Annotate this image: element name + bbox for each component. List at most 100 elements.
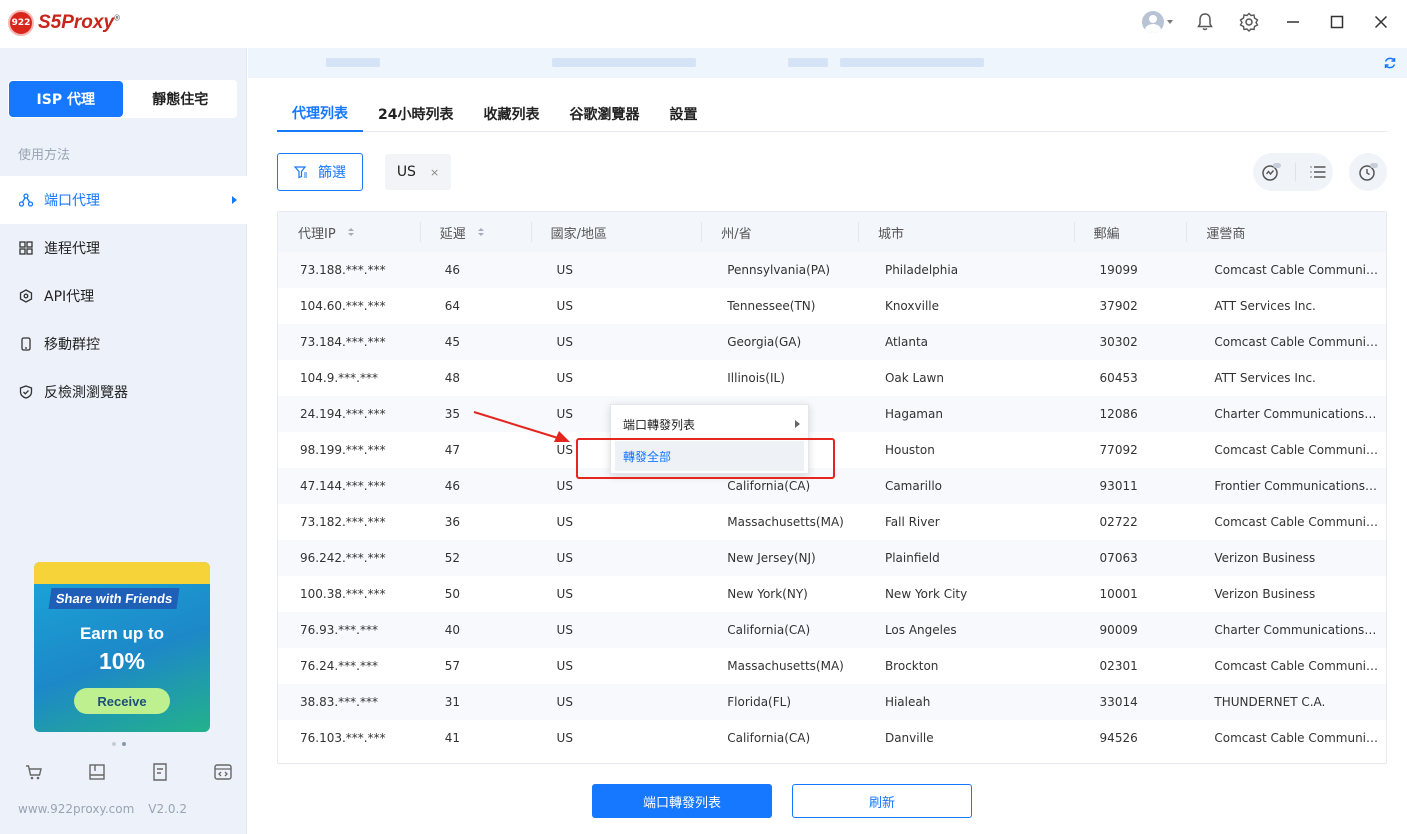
cell-city: Camarillo xyxy=(884,479,943,493)
version-label: V2.0.2 xyxy=(148,802,188,816)
tab-settings[interactable]: 設置 xyxy=(654,96,712,132)
table-row[interactable]: 73.188.***.*** 46 US Pennsylvania(PA) Philad… xyxy=(278,252,1386,288)
sidebar-item-process-proxy[interactable]: 進程代理 xyxy=(0,224,247,272)
tab-proxy-list[interactable]: 代理列表 xyxy=(277,96,363,132)
cell-city: Oak Lawn xyxy=(884,371,944,385)
website-link[interactable]: www.922proxy.com xyxy=(18,802,134,816)
sidebar-item-port-proxy[interactable]: 端口代理 xyxy=(0,176,247,224)
cell-ip: 104.60.***.*** xyxy=(300,299,386,313)
column-header-zip: 郵編 xyxy=(1073,212,1187,252)
table-row[interactable]: 76.24.***.*** 57 US Massachusetts(MA) Brockt… xyxy=(278,648,1386,684)
sidebar-tools xyxy=(24,762,233,782)
sidebar-item-api-proxy[interactable]: API代理 xyxy=(0,272,247,320)
user-menu[interactable] xyxy=(1142,11,1173,33)
cell-ip: 76.24.***.*** xyxy=(300,659,378,673)
table-row[interactable]: 76.103.***.*** 41 US California(CA) Danville… xyxy=(278,720,1386,756)
chevron-right-icon xyxy=(232,196,237,204)
cell-country: US xyxy=(556,515,573,529)
table-row[interactable]: 24.194.***.*** 35 US Hagaman 12086 Charter Co… xyxy=(278,396,1386,432)
cell-city: Hialeah xyxy=(884,695,931,709)
maximize-icon[interactable] xyxy=(1325,10,1349,34)
side-nav: 端口代理 進程代理 API代理 移動群控 反檢測瀏覽器 xyxy=(0,176,247,416)
promo-receive-button[interactable]: Receive xyxy=(74,688,170,714)
cell-city: Philadelphia xyxy=(884,263,959,277)
document-icon[interactable] xyxy=(150,762,170,782)
table-row[interactable]: 98.199.***.*** 47 US Houston 77092 Comcast Ca… xyxy=(278,432,1386,468)
gear-icon[interactable] xyxy=(1237,10,1261,34)
cell-country: US xyxy=(556,551,573,565)
cell-latency: 46 xyxy=(444,479,461,493)
sort-icon[interactable] xyxy=(347,228,354,236)
filter-button[interactable]: 篩選 xyxy=(277,153,363,191)
cell-country: US xyxy=(556,695,573,709)
close-icon[interactable]: × xyxy=(430,166,439,179)
refresh-icon[interactable] xyxy=(1383,56,1397,70)
table-row[interactable]: 100.38.***.*** 50 US New York(NY) New York C… xyxy=(278,576,1386,612)
minimize-icon[interactable] xyxy=(1281,10,1305,34)
timer-button[interactable] xyxy=(1349,153,1387,191)
cell-isp: ATT Services Inc. xyxy=(1214,299,1316,313)
sidebar-item-label: 反檢測瀏覽器 xyxy=(44,385,128,401)
port-forward-list-button[interactable]: 端口轉發列表 xyxy=(592,784,772,818)
cell-state: Florida(FL) xyxy=(727,695,792,709)
cell-city: Knoxville xyxy=(884,299,939,313)
table-row[interactable]: 104.9.***.*** 48 US Illinois(IL) Oak Lawn 604… xyxy=(278,360,1386,396)
auto-mode-icon[interactable] xyxy=(1260,161,1282,183)
cell-isp: Frontier Communications Corporation xyxy=(1214,479,1380,493)
timer-icon xyxy=(1359,163,1378,181)
cell-latency: 50 xyxy=(444,587,461,601)
bell-icon[interactable] xyxy=(1193,10,1217,34)
cell-state: California(CA) xyxy=(727,731,811,745)
context-item-forward-list[interactable]: 端口轉發列表 xyxy=(611,409,808,439)
sidebar-item-mobile-control[interactable]: 移動群控 xyxy=(0,320,247,368)
table-row[interactable]: 73.182.***.*** 36 US Massachusetts(MA) Fall … xyxy=(278,504,1386,540)
view-tools xyxy=(1253,153,1333,191)
cell-isp: Comcast Cable Communications xyxy=(1214,659,1380,673)
carousel-dots[interactable] xyxy=(112,742,126,746)
column-header-latency[interactable]: 延遲 xyxy=(419,212,531,252)
cell-state: California(CA) xyxy=(727,623,811,637)
table-row[interactable]: 76.93.***.*** 40 US California(CA) Los Angel… xyxy=(278,612,1386,648)
static-residential-button[interactable]: 靜態住宅 xyxy=(124,80,238,118)
sidebar-item-antidetect-browser[interactable]: 反檢測瀏覽器 xyxy=(0,368,247,416)
cell-zip: 37902 xyxy=(1099,299,1138,313)
cell-state: Massachusetts(MA) xyxy=(727,659,844,673)
table-row[interactable]: 73.184.***.*** 45 US Georgia(GA) Atlanta 3030… xyxy=(278,324,1386,360)
main-panel: 代理列表 24小時列表 收藏列表 谷歌瀏覽器 設置 篩選 US × 代理IP 延… xyxy=(248,48,1407,834)
refresh-button[interactable]: 刷新 xyxy=(792,784,972,818)
table-row[interactable]: 47.144.***.*** 46 US California(CA) Camarill… xyxy=(278,468,1386,504)
cell-country: US xyxy=(556,587,573,601)
close-icon[interactable] xyxy=(1369,10,1393,34)
cell-city: Plainfield xyxy=(884,551,940,565)
cell-isp: THUNDERNET C.A. xyxy=(1214,695,1326,709)
cell-isp: Comcast Cable Communications xyxy=(1214,443,1380,457)
book-icon[interactable] xyxy=(87,762,107,782)
list-view-icon[interactable] xyxy=(1309,163,1327,181)
cell-country: US xyxy=(556,335,573,349)
table-row[interactable]: 104.60.***.*** 64 US Tennessee(TN) Knoxville… xyxy=(278,288,1386,324)
cell-state: New York(NY) xyxy=(727,587,808,601)
sort-icon[interactable] xyxy=(477,228,484,236)
filter-tag-label: US xyxy=(396,164,416,180)
phone-icon xyxy=(18,336,34,352)
cell-ip: 38.83.***.*** xyxy=(300,695,378,709)
cell-latency: 40 xyxy=(444,623,461,637)
promo-banner[interactable]: Share with Friends Earn up to 10% Receiv… xyxy=(34,562,210,732)
table-row[interactable]: 96.242.***.*** 52 US New Jersey(NJ) Plainfie… xyxy=(278,540,1386,576)
cell-state: Pennsylvania(PA) xyxy=(727,263,831,277)
tab-24h-list[interactable]: 24小時列表 xyxy=(363,96,468,132)
tab-favorites[interactable]: 收藏列表 xyxy=(468,96,554,132)
context-item-forward-all[interactable]: 轉發全部 xyxy=(615,441,804,471)
cell-city: Atlanta xyxy=(884,335,929,349)
tab-chrome[interactable]: 谷歌瀏覽器 xyxy=(554,96,654,132)
column-header-ip[interactable]: 代理IP xyxy=(278,212,420,252)
filter-label: 篩選 xyxy=(318,165,346,181)
sidebar-item-label: 端口代理 xyxy=(44,193,100,209)
cell-city: Houston xyxy=(884,443,935,457)
code-icon[interactable] xyxy=(213,762,233,782)
table-row[interactable]: 38.83.***.*** 31 US Florida(FL) Hialeah 33014… xyxy=(278,684,1386,720)
cell-country: US xyxy=(556,659,573,673)
sidebar: ISP 代理 靜態住宅 使用方法 端口代理 進程代理 API代理 移動群控 反檢… xyxy=(0,48,247,834)
cart-icon[interactable] xyxy=(24,762,44,782)
isp-proxy-button[interactable]: ISP 代理 xyxy=(9,81,123,117)
